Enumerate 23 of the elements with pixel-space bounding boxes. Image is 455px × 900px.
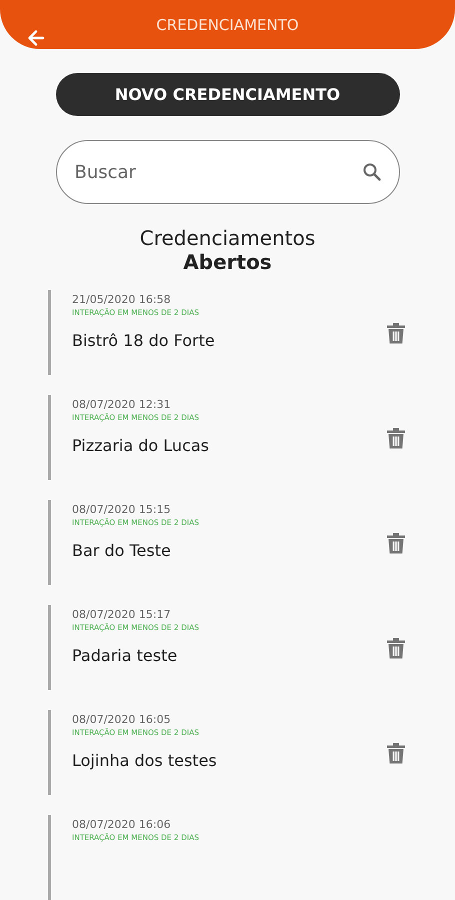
new-accreditation-button[interactable]: NOVO CREDENCIAMENTO — [56, 73, 400, 116]
screen-title: CREDENCIAMENTO — [156, 16, 299, 34]
trash-icon[interactable] — [386, 636, 406, 658]
item-date: 08/07/2020 12:31 — [72, 398, 172, 411]
item-name: Bar do Teste — [72, 541, 172, 560]
item-name: Pizzaria do Lucas — [72, 436, 210, 455]
search-icon[interactable] — [362, 162, 382, 182]
item-name: Bistrô 18 do Forte — [72, 331, 216, 350]
trash-icon[interactable] — [386, 322, 406, 344]
item-date: 21/05/2020 16:58 — [72, 293, 172, 306]
search-field[interactable]: Buscar — [56, 140, 400, 204]
section-title: Credenciamentos — [140, 226, 316, 250]
item-name: Padaria teste — [72, 646, 178, 665]
item-name: Lojinha dos testes — [72, 751, 218, 770]
trash-icon[interactable] — [386, 426, 406, 448]
trash-icon[interactable] — [386, 742, 406, 764]
back-arrow-icon[interactable] — [26, 28, 46, 48]
item-date: 08/07/2020 16:06 — [72, 818, 172, 831]
section-subtitle: Abertos — [183, 250, 272, 274]
item-date: 08/07/2020 15:15 — [72, 503, 172, 516]
item-date: 08/07/2020 15:17 — [72, 608, 172, 621]
trash-icon[interactable] — [386, 532, 406, 554]
item-date: 08/07/2020 16:05 — [72, 713, 172, 726]
